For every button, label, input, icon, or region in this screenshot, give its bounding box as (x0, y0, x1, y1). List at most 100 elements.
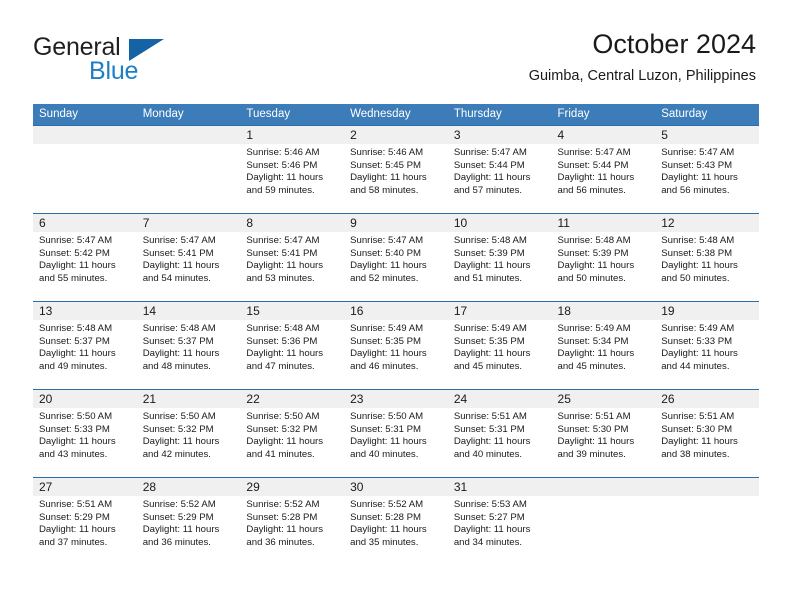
sunrise-text: Sunrise: 5:48 AM (246, 323, 320, 334)
day-number-band: 5 (655, 126, 759, 144)
sunrise-text: Sunrise: 5:51 AM (661, 411, 735, 422)
day-number-band: 2 (344, 126, 448, 144)
day-sun-info: Sunrise: 5:51 AM Sunset: 5:29 PM Daylight:… (33, 496, 137, 549)
day-cell-11[interactable]: 11 Sunrise: 5:48 AM Sunset: 5:39 PM Dayligh… (551, 214, 656, 301)
day-number: 12 (661, 216, 675, 230)
day-sun-info: Sunrise: 5:50 AM Sunset: 5:32 PM Daylight:… (240, 408, 344, 461)
sunset-text: Sunset: 5:39 PM (557, 247, 629, 259)
sunset-text: Sunset: 5:32 PM (246, 423, 318, 435)
day-number-band: 17 (447, 302, 552, 320)
daylight-text: Daylight: 11 hours and 35 minutes. (350, 524, 427, 548)
day-cell-21[interactable]: 21 Sunrise: 5:50 AM Sunset: 5:32 PM Dayligh… (136, 390, 241, 477)
day-cell-1[interactable]: 1 Sunrise: 5:46 AM Sunset: 5:46 PM Daylight… (240, 126, 345, 213)
sunset-text: Sunset: 5:31 PM (453, 423, 525, 435)
daylight-text: Daylight: 11 hours and 34 minutes. (453, 524, 531, 548)
day-number-band: 16 (344, 302, 448, 320)
day-cell-23[interactable]: 23 Sunrise: 5:50 AM Sunset: 5:31 PM Dayligh… (344, 390, 448, 477)
day-cell-22[interactable]: 22 Sunrise: 5:50 AM Sunset: 5:32 PM Dayligh… (240, 390, 345, 477)
sunset-text: Sunset: 5:41 PM (246, 247, 318, 259)
day-number: 5 (661, 128, 668, 142)
weekday-header-row: Sunday Monday Tuesday Wednesday Thursday Frid… (33, 104, 759, 125)
day-cell-18[interactable]: 18 Sunrise: 5:49 AM Sunset: 5:34 PM Dayligh… (551, 302, 656, 389)
day-number: 17 (453, 304, 468, 318)
day-cell-16[interactable]: 16 Sunrise: 5:49 AM Sunset: 5:35 PM Dayligh… (344, 302, 448, 389)
page-title: October 2024 (592, 29, 756, 59)
day-number: 28 (142, 480, 157, 494)
day-cell-5[interactable]: 5 Sunrise: 5:47 AM Sunset: 5:43 PM Daylight… (655, 126, 759, 213)
day-number-band: 22 (240, 390, 345, 408)
sunset-text: Sunset: 5:29 PM (142, 511, 214, 523)
day-number-band: 9 (344, 214, 448, 232)
day-cell-9[interactable]: 9 Sunrise: 5:47 AM Sunset: 5:40 PM Daylight… (344, 214, 448, 301)
sunrise-text: Sunrise: 5:53 AM (453, 499, 527, 510)
daylight-text: Daylight: 11 hours and 57 minutes. (453, 172, 531, 196)
sunset-text: Sunset: 5:37 PM (142, 335, 214, 347)
day-cell-27[interactable]: 27 Sunrise: 5:51 AM Sunset: 5:29 PM Dayligh… (33, 478, 137, 565)
day-cell-29[interactable]: 29 Sunrise: 5:52 AM Sunset: 5:28 PM Dayligh… (240, 478, 345, 565)
sunset-text: Sunset: 5:30 PM (557, 423, 629, 435)
day-number: 27 (39, 480, 53, 494)
daylight-text: Daylight: 11 hours and 54 minutes. (142, 260, 220, 284)
daylight-text: Daylight: 11 hours and 48 minutes. (142, 348, 220, 372)
day-cell-14[interactable]: 14 Sunrise: 5:48 AM Sunset: 5:37 PM Dayligh… (136, 302, 241, 389)
day-cell-28[interactable]: 28 Sunrise: 5:52 AM Sunset: 5:29 PM Dayligh… (136, 478, 241, 565)
sunset-text: Sunset: 5:36 PM (246, 335, 318, 347)
day-sun-info: Sunrise: 5:48 AM Sunset: 5:36 PM Daylight:… (240, 320, 344, 373)
day-cell-31[interactable]: 31 Sunrise: 5:53 AM Sunset: 5:27 PM Dayligh… (447, 478, 552, 565)
day-cell-12[interactable]: 12 Sunrise: 5:48 AM Sunset: 5:38 PM Dayligh… (655, 214, 759, 301)
sunset-text: Sunset: 5:35 PM (453, 335, 525, 347)
day-cell-10[interactable]: 10 Sunrise: 5:48 AM Sunset: 5:39 PM Dayligh… (447, 214, 552, 301)
sunset-text: Sunset: 5:41 PM (142, 247, 214, 259)
calendar-week-row: 6 Sunrise: 5:47 AM Sunset: 5:42 PM Daylight… (33, 213, 759, 301)
weekday-header-wednesday: Wednesday (350, 108, 411, 120)
sunrise-text: Sunrise: 5:49 AM (557, 323, 631, 334)
title-block: October 2024 Guimba, Central Luzon, Phil… (529, 28, 756, 86)
day-sun-info: Sunrise: 5:52 AM Sunset: 5:28 PM Daylight:… (344, 496, 448, 549)
day-number: 10 (453, 216, 468, 230)
day-number-band: 13 (33, 302, 137, 320)
sunset-text: Sunset: 5:37 PM (39, 335, 110, 347)
sunset-text: Sunset: 5:32 PM (142, 423, 214, 435)
day-sun-info: Sunrise: 5:48 AM Sunset: 5:39 PM Daylight:… (552, 232, 656, 285)
day-cell-17[interactable]: 17 Sunrise: 5:49 AM Sunset: 5:35 PM Dayligh… (447, 302, 552, 389)
day-sun-info: Sunrise: 5:53 AM Sunset: 5:27 PM Daylight:… (448, 496, 552, 549)
day-cell-2[interactable]: 2 Sunrise: 5:46 AM Sunset: 5:45 PM Daylight… (344, 126, 448, 213)
sunrise-text: Sunrise: 5:50 AM (39, 411, 113, 422)
day-cell-20[interactable]: 20 Sunrise: 5:50 AM Sunset: 5:33 PM Dayligh… (33, 390, 137, 477)
day-cell-4[interactable]: 4 Sunrise: 5:47 AM Sunset: 5:44 PM Daylight… (551, 126, 656, 213)
day-cell-19[interactable]: 19 Sunrise: 5:49 AM Sunset: 5:33 PM Dayligh… (655, 302, 759, 389)
day-number-band: 20 (33, 390, 137, 408)
day-sun-info: Sunrise: 5:50 AM Sunset: 5:32 PM Daylight:… (137, 408, 241, 461)
calendar-grid: Sunday Monday Tuesday Wednesday Thursday Frid… (33, 104, 759, 565)
weekday-header-thursday: Thursday (453, 108, 502, 120)
day-cell-15[interactable]: 15 Sunrise: 5:48 AM Sunset: 5:36 PM Dayligh… (240, 302, 345, 389)
logo-text-blue: Blue (89, 57, 139, 85)
daylight-text: Daylight: 11 hours and 40 minutes. (453, 436, 531, 460)
day-number-band: 30 (344, 478, 448, 496)
day-number-band: 27 (33, 478, 137, 496)
day-sun-info: Sunrise: 5:50 AM Sunset: 5:33 PM Daylight:… (33, 408, 137, 461)
day-number: 11 (557, 216, 570, 230)
day-cell-3[interactable]: 3 Sunrise: 5:47 AM Sunset: 5:44 PM Daylight… (447, 126, 552, 213)
day-number: 24 (453, 392, 468, 406)
day-cell-26[interactable]: 26 Sunrise: 5:51 AM Sunset: 5:30 PM Dayligh… (655, 390, 759, 477)
day-number-band: 21 (136, 390, 241, 408)
sunset-text: Sunset: 5:38 PM (661, 247, 733, 259)
day-cell-25[interactable]: 25 Sunrise: 5:51 AM Sunset: 5:30 PM Dayligh… (551, 390, 656, 477)
day-number: 23 (350, 392, 364, 406)
daylight-text: Daylight: 11 hours and 36 minutes. (142, 524, 220, 548)
day-cell-8[interactable]: 8 Sunrise: 5:47 AM Sunset: 5:41 PM Daylight… (240, 214, 345, 301)
daylight-text: Daylight: 11 hours and 52 minutes. (350, 260, 427, 284)
daylight-text: Daylight: 11 hours and 36 minutes. (246, 524, 324, 548)
day-cell-6[interactable]: 6 Sunrise: 5:47 AM Sunset: 5:42 PM Daylight… (33, 214, 137, 301)
day-cell-30[interactable]: 30 Sunrise: 5:52 AM Sunset: 5:28 PM Dayligh… (344, 478, 448, 565)
day-sun-info: Sunrise: 5:48 AM Sunset: 5:38 PM Daylight:… (655, 232, 759, 285)
day-cell-13[interactable]: 13 Sunrise: 5:48 AM Sunset: 5:37 PM Dayligh… (33, 302, 137, 389)
day-cell-24[interactable]: 24 Sunrise: 5:51 AM Sunset: 5:31 PM Dayligh… (447, 390, 552, 477)
page-subtitle: Guimba, Central Luzon, Philippines (528, 68, 756, 84)
day-number-band: 4 (551, 126, 656, 144)
day-cell-empty (551, 478, 656, 565)
day-cell-7[interactable]: 7 Sunrise: 5:47 AM Sunset: 5:41 PM Daylight… (136, 214, 241, 301)
sunrise-text: Sunrise: 5:50 AM (142, 411, 216, 422)
daylight-text: Daylight: 11 hours and 37 minutes. (39, 524, 116, 548)
